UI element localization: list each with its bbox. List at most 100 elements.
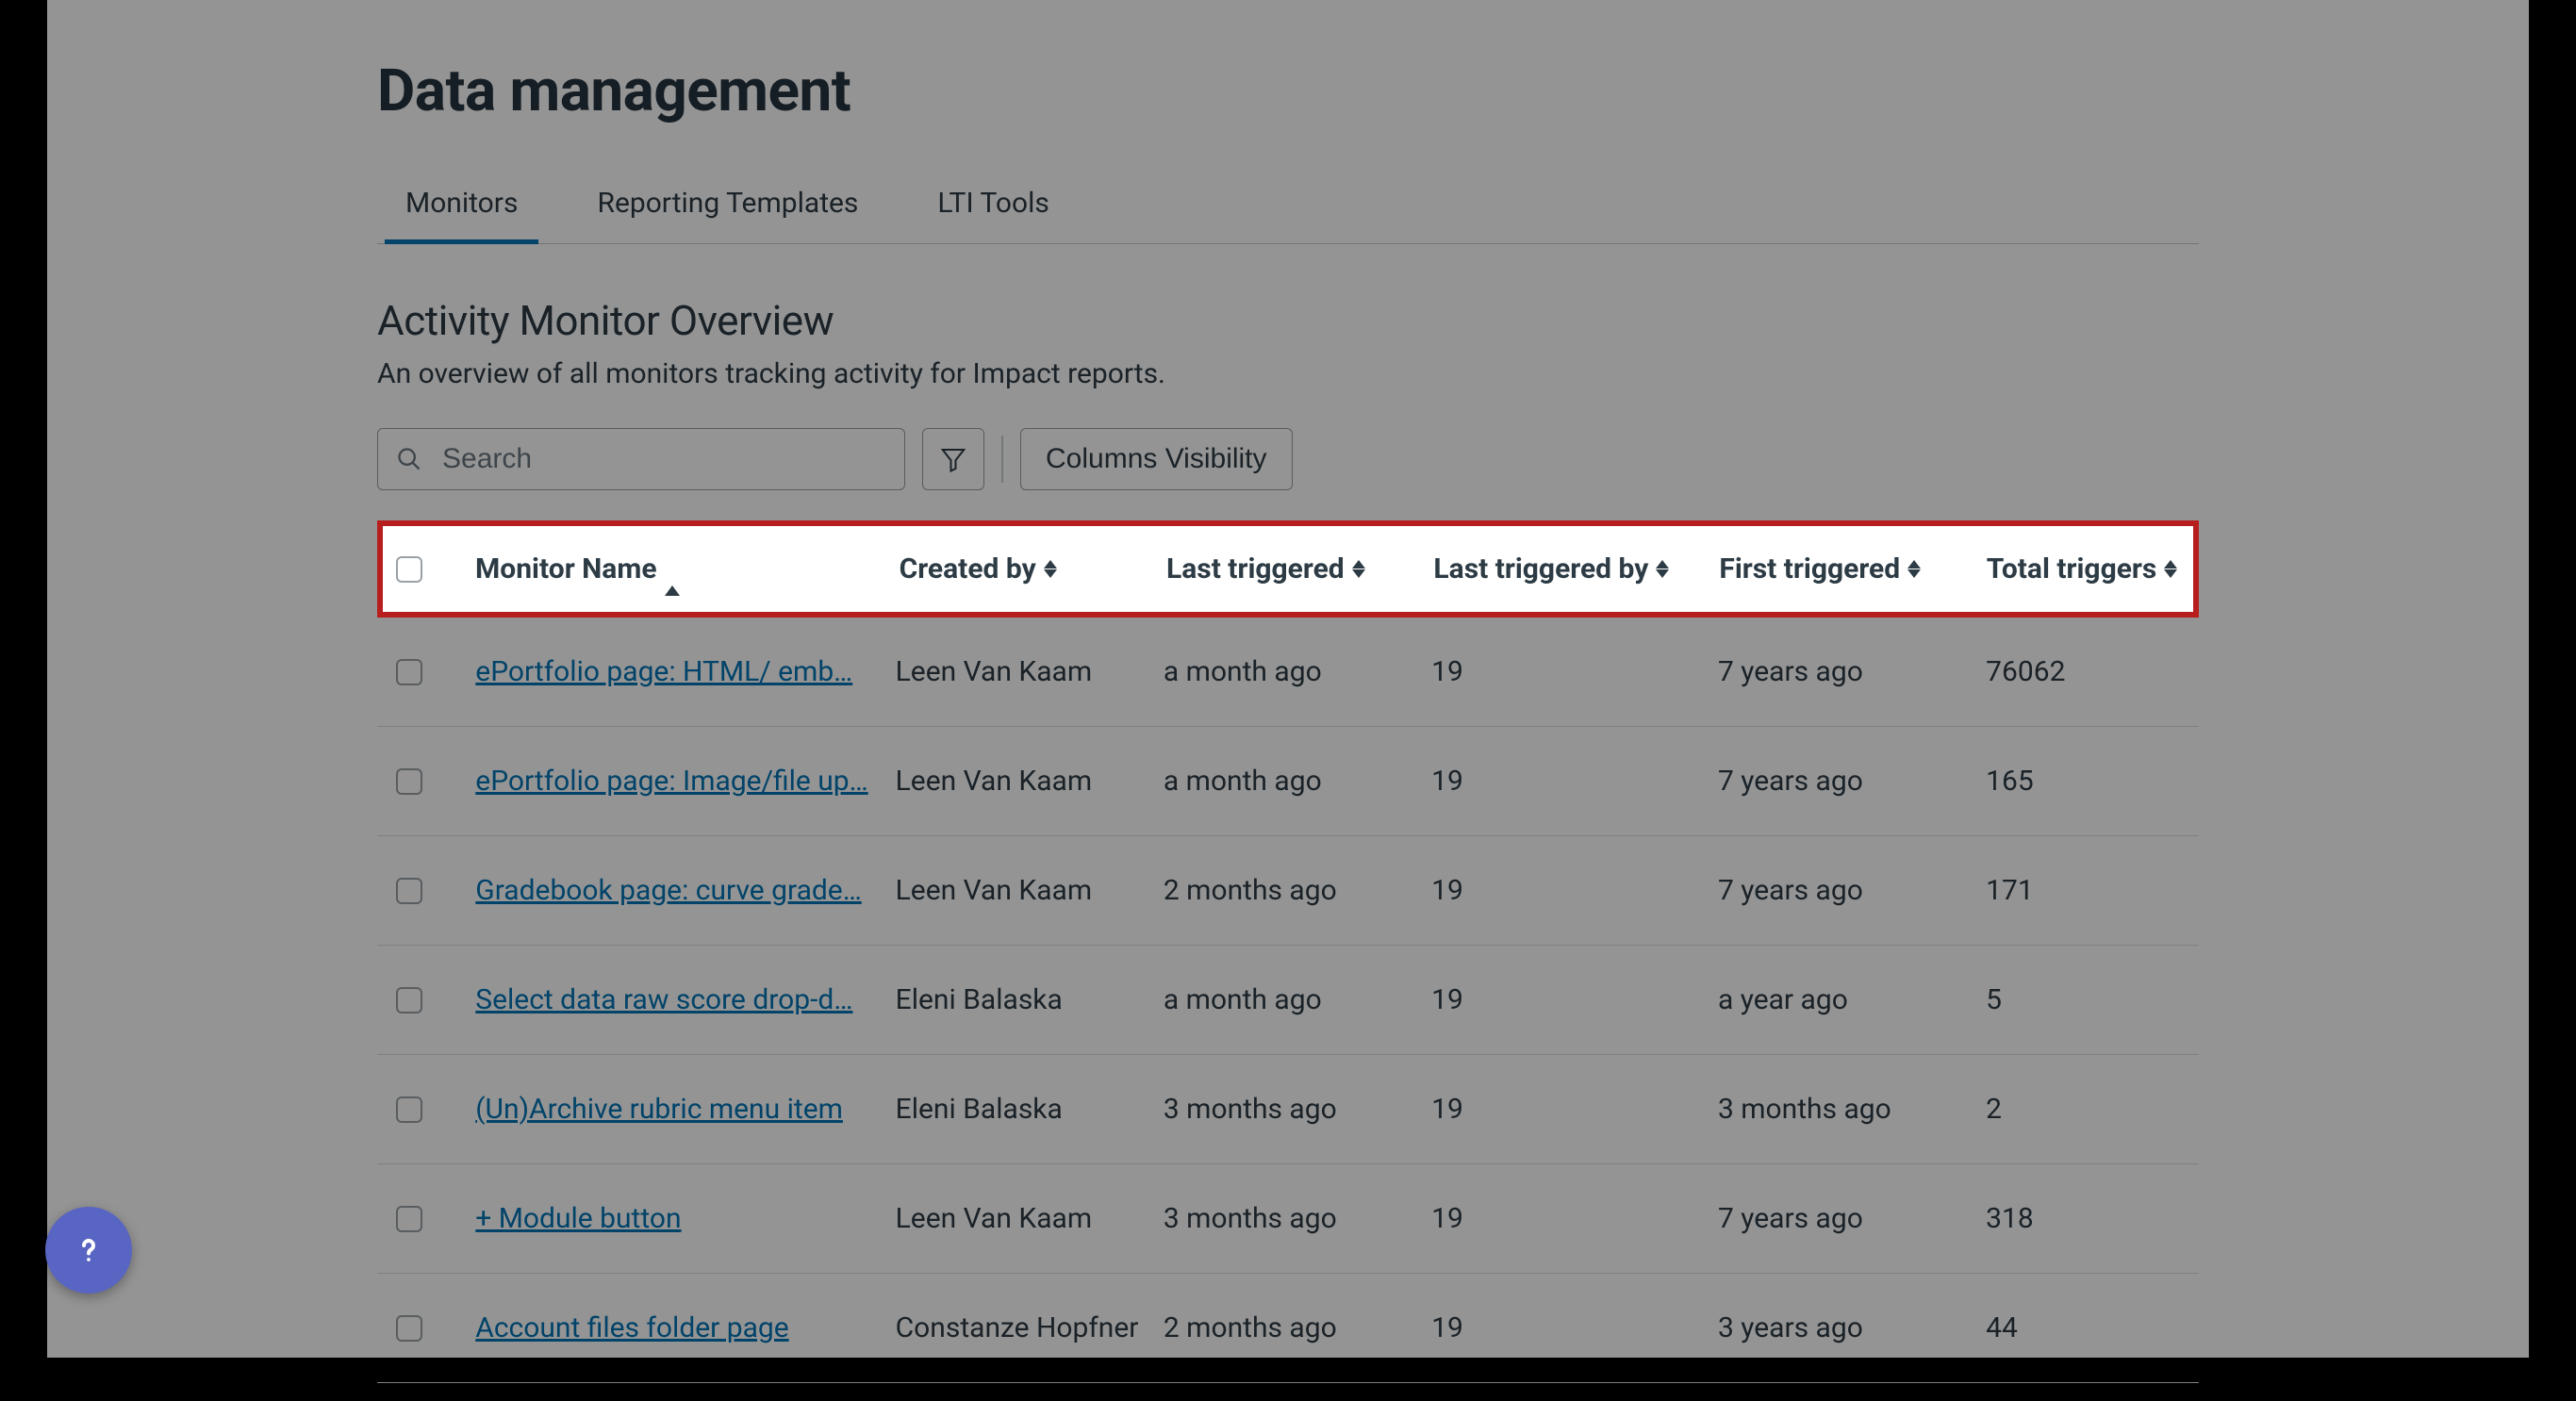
filter-button[interactable] <box>922 428 984 490</box>
tabs-bar: Monitors Reporting Templates LTI Tools <box>377 177 2199 244</box>
header-label: Total triggers <box>1987 552 2157 585</box>
row-checkbox-cell <box>396 768 475 795</box>
header-last-triggered[interactable]: Last triggered <box>1166 552 1433 585</box>
header-monitor-name[interactable]: Monitor Name <box>475 552 900 585</box>
monitor-link[interactable]: + Module button <box>475 1202 681 1235</box>
cell-first-triggered: 3 months ago <box>1718 1093 1986 1126</box>
cell-created-by: Leen Van Kaam <box>896 765 1164 798</box>
monitor-link[interactable]: Select data raw score drop-d… <box>475 983 852 1016</box>
table-header-row: Monitor Name Created by Last triggered L… <box>377 520 2199 618</box>
cell-last-triggered-by: 19 <box>1431 1202 1718 1235</box>
monitor-link[interactable]: ePortfolio page: Image/file up… <box>475 765 867 798</box>
filter-icon <box>939 445 967 473</box>
cell-monitor-name: (Un)Archive rubric menu item <box>475 1093 895 1126</box>
cell-total-triggers: 171 <box>1986 874 2180 907</box>
cell-monitor-name: ePortfolio page: Image/file up… <box>475 765 895 798</box>
search-icon <box>396 446 422 472</box>
tab-lti-tools[interactable]: LTI Tools <box>930 177 1057 243</box>
help-button[interactable] <box>45 1207 132 1294</box>
sort-icon <box>1907 560 1923 579</box>
cell-created-by: Leen Van Kaam <box>896 874 1164 907</box>
monitors-table: Monitor Name Created by Last triggered L… <box>377 520 2199 1383</box>
search-input[interactable] <box>377 428 905 490</box>
tab-monitors[interactable]: Monitors <box>398 177 525 243</box>
cell-created-by: Eleni Balaska <box>896 983 1164 1016</box>
table-row: Select data raw score drop-d… Eleni Balas… <box>377 946 2199 1055</box>
cell-last-triggered: 3 months ago <box>1164 1202 1431 1235</box>
cell-total-triggers: 165 <box>1986 765 2180 798</box>
cell-total-triggers: 76062 <box>1986 655 2180 688</box>
row-checkbox-cell <box>396 1315 475 1342</box>
divider <box>1001 436 1003 483</box>
sort-asc-icon <box>665 552 680 585</box>
header-label: Monitor Name <box>475 552 657 585</box>
cell-total-triggers: 2 <box>1986 1093 2180 1126</box>
monitor-link[interactable]: Gradebook page: curve grade… <box>475 874 862 907</box>
controls-row: Columns Visibility <box>377 428 2199 490</box>
cell-monitor-name: Select data raw score drop-d… <box>475 983 895 1016</box>
monitor-link[interactable]: ePortfolio page: HTML/ emb… <box>475 655 852 688</box>
cell-monitor-name: + Module button <box>475 1202 895 1235</box>
row-checkbox-cell <box>396 1206 475 1232</box>
table-row: (Un)Archive rubric menu item Eleni Balask… <box>377 1055 2199 1164</box>
table-row: Gradebook page: curve grade… Leen Van Kaa… <box>377 836 2199 946</box>
row-checkbox[interactable] <box>396 1315 422 1342</box>
cell-last-triggered-by: 19 <box>1431 874 1718 907</box>
section-title: Activity Monitor Overview <box>377 296 2199 345</box>
table-row: + Module button Leen Van Kaam3 months ago… <box>377 1164 2199 1274</box>
row-checkbox[interactable] <box>396 659 422 685</box>
table-body: ePortfolio page: HTML/ emb… Leen Van Kaam… <box>377 618 2199 1383</box>
monitor-link[interactable]: Account files folder page <box>475 1311 788 1344</box>
cell-last-triggered-by: 19 <box>1431 655 1718 688</box>
monitor-link[interactable]: (Un)Archive rubric menu item <box>475 1093 843 1126</box>
sort-icon <box>2164 560 2179 579</box>
table-row: ePortfolio page: HTML/ emb… Leen Van Kaam… <box>377 618 2199 727</box>
cell-first-triggered: 7 years ago <box>1718 1202 1986 1235</box>
table-row: ePortfolio page: Image/file up… Leen Van … <box>377 727 2199 836</box>
cell-monitor-name: Gradebook page: curve grade… <box>475 874 895 907</box>
row-checkbox[interactable] <box>396 987 422 1014</box>
cell-first-triggered: 7 years ago <box>1718 874 1986 907</box>
header-checkbox-cell <box>396 556 475 583</box>
header-label: Created by <box>900 552 1036 585</box>
section-description: An overview of all monitors tracking act… <box>377 357 2199 390</box>
page-title: Data management <box>377 57 2199 125</box>
cell-last-triggered: 3 months ago <box>1164 1093 1431 1126</box>
row-checkbox[interactable] <box>396 1206 422 1232</box>
cell-last-triggered-by: 19 <box>1431 983 1718 1016</box>
cell-created-by: Leen Van Kaam <box>896 1202 1164 1235</box>
header-created-by[interactable]: Created by <box>900 552 1166 585</box>
cell-first-triggered: a year ago <box>1718 983 1986 1016</box>
row-checkbox[interactable] <box>396 878 422 904</box>
search-wrap <box>377 428 905 490</box>
cell-monitor-name: Account files folder page <box>475 1311 895 1344</box>
row-checkbox[interactable] <box>396 768 422 795</box>
help-icon <box>70 1231 107 1269</box>
select-all-checkbox[interactable] <box>396 556 422 583</box>
page-content: Data management Monitors Reporting Templ… <box>47 0 2529 1358</box>
row-checkbox[interactable] <box>396 1096 422 1123</box>
header-last-triggered-by[interactable]: Last triggered by <box>1433 552 1719 585</box>
cell-total-triggers: 5 <box>1986 983 2180 1016</box>
cell-last-triggered-by: 19 <box>1431 1311 1718 1344</box>
tab-reporting-templates[interactable]: Reporting Templates <box>589 177 866 243</box>
cell-last-triggered: 2 months ago <box>1164 1311 1431 1344</box>
cell-total-triggers: 44 <box>1986 1311 2180 1344</box>
row-checkbox-cell <box>396 1096 475 1123</box>
sort-icon <box>1044 560 1059 579</box>
cell-last-triggered-by: 19 <box>1431 765 1718 798</box>
sort-icon <box>1656 560 1671 579</box>
cell-created-by: Leen Van Kaam <box>896 655 1164 688</box>
cell-created-by: Eleni Balaska <box>896 1093 1164 1126</box>
cell-created-by: Constanze Hopfner <box>896 1311 1164 1344</box>
sort-icon <box>1352 560 1367 579</box>
row-checkbox-cell <box>396 659 475 685</box>
header-total-triggers[interactable]: Total triggers <box>1987 552 2180 585</box>
header-first-triggered[interactable]: First triggered <box>1719 552 1986 585</box>
columns-visibility-button[interactable]: Columns Visibility <box>1020 428 1293 490</box>
table-row: Account files folder page Constanze Hopfn… <box>377 1274 2199 1383</box>
cell-first-triggered: 7 years ago <box>1718 765 1986 798</box>
row-checkbox-cell <box>396 987 475 1014</box>
cell-first-triggered: 7 years ago <box>1718 655 1986 688</box>
cell-last-triggered: 2 months ago <box>1164 874 1431 907</box>
